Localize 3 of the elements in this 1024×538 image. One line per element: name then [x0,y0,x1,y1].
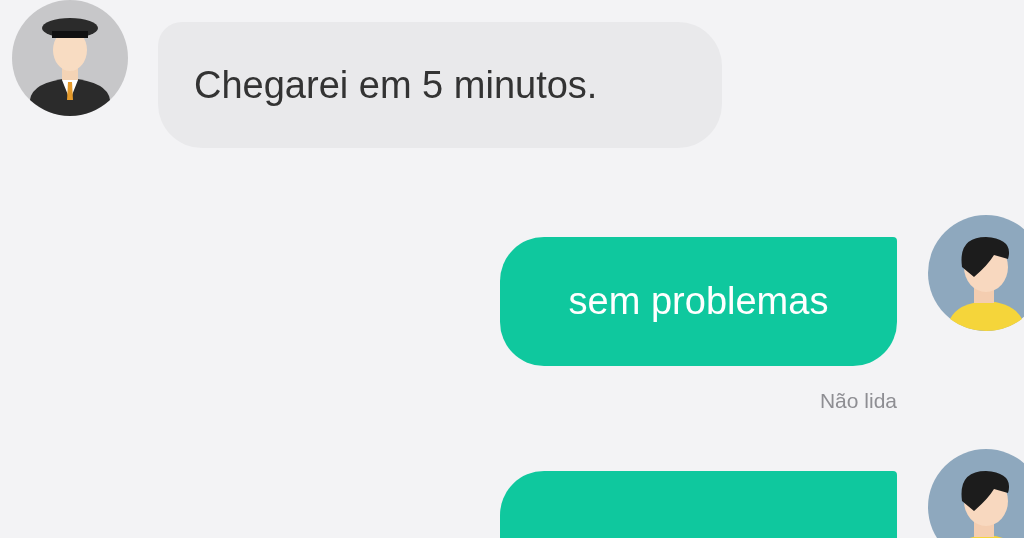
message-bubble: sem problemas [500,237,897,366]
message-bubble: Chegarei em 5 minutos. [158,22,722,148]
read-status: Não lida [819,390,897,411]
